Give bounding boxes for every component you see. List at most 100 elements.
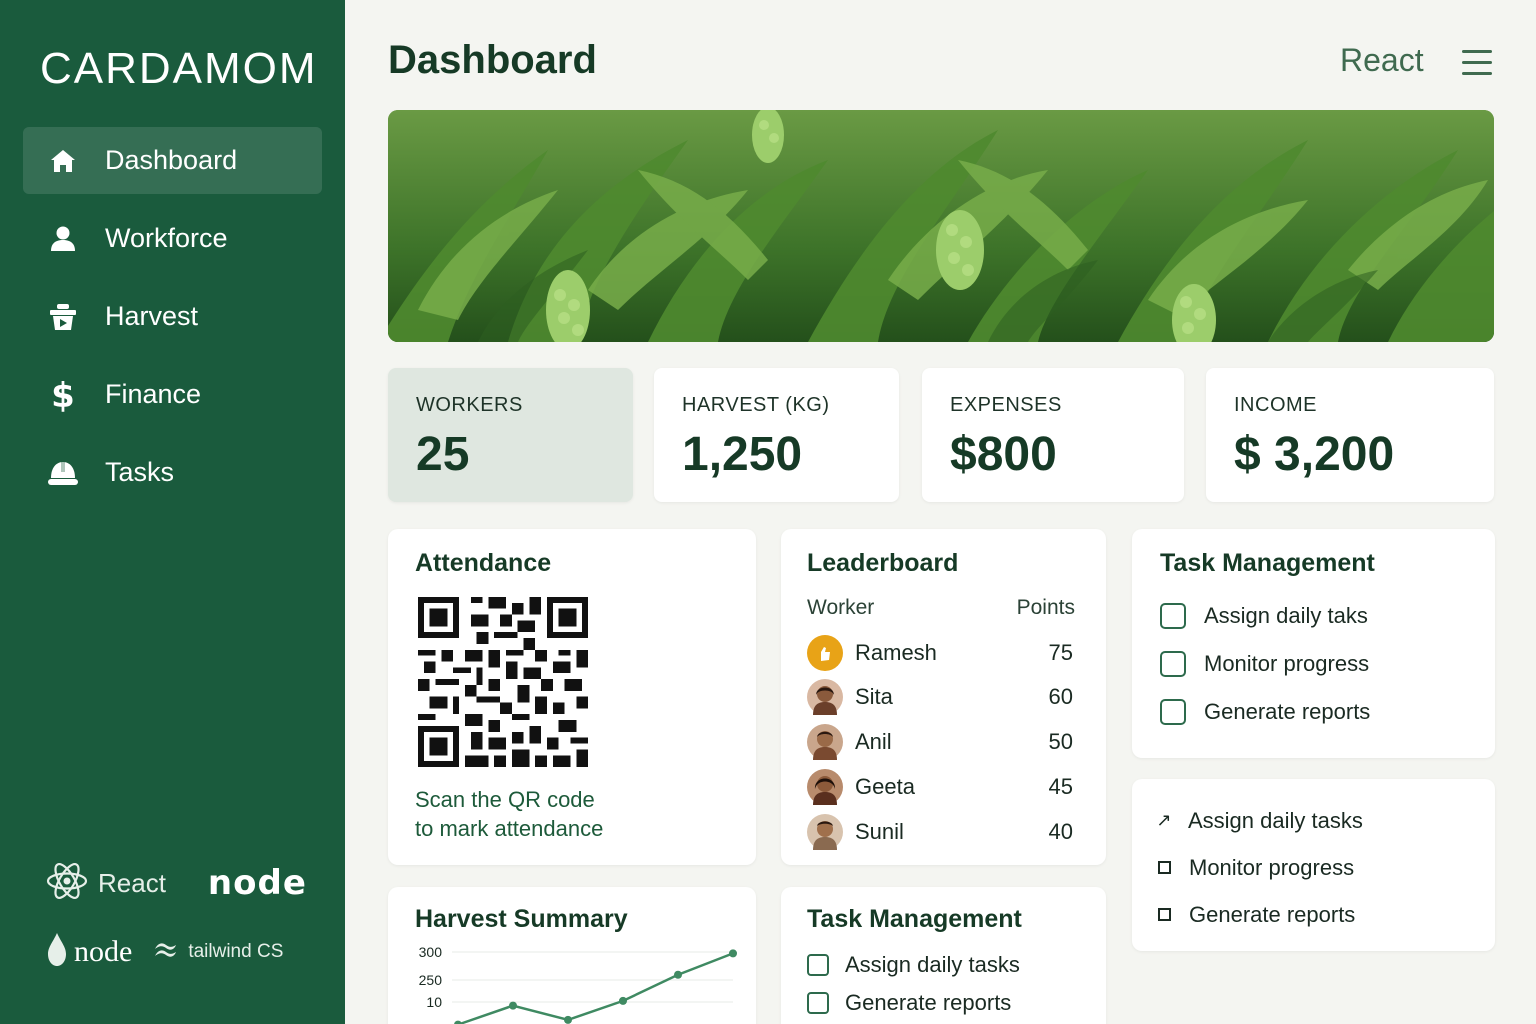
card-title: Harvest Summary bbox=[415, 905, 628, 933]
node-logo: node bbox=[207, 863, 307, 903]
react-label: React bbox=[98, 867, 166, 898]
worker-name: Sunil bbox=[855, 819, 904, 844]
stat-card-expenses[interactable]: EXPENSES $800 bbox=[922, 368, 1184, 502]
task-item[interactable]: Monitor progress bbox=[1156, 844, 1495, 891]
card-title: Attendance bbox=[415, 549, 552, 577]
helmet-icon bbox=[47, 457, 79, 489]
svg-text:$: $ bbox=[51, 377, 75, 413]
stat-card-workers[interactable]: WORKERS 25 bbox=[388, 368, 633, 502]
leaderboard-row[interactable]: Geeta 45 bbox=[807, 767, 1073, 807]
leaderboard-row[interactable]: Anil 50 bbox=[807, 722, 1073, 762]
stat-value: $ 3,200 bbox=[1234, 428, 1395, 481]
avatar bbox=[807, 635, 843, 671]
worker-name: Ramesh bbox=[855, 640, 937, 665]
task-label: Monitor progress bbox=[1204, 651, 1370, 676]
task-checkbox[interactable] bbox=[807, 954, 829, 976]
worker-name: Geeta bbox=[855, 774, 915, 799]
card-title: Task Management bbox=[807, 905, 1022, 933]
menu-icon[interactable] bbox=[1462, 50, 1492, 76]
attendance-instructions: Scan the QR code to mark attendance bbox=[415, 785, 603, 843]
leaderboard-row[interactable]: Sunil 40 bbox=[807, 812, 1073, 852]
worker-name: Sita bbox=[855, 684, 893, 709]
brand-logo[interactable]: CARDAMOM bbox=[40, 44, 318, 94]
task-management-card-2: Task Management Assign daily tasks Gener… bbox=[781, 887, 1106, 1024]
sidebar-item-label: Tasks bbox=[105, 457, 175, 487]
sidebar-item-dashboard[interactable]: Dashboard bbox=[23, 127, 322, 194]
task-checkbox[interactable] bbox=[1160, 651, 1186, 677]
avatar bbox=[807, 814, 843, 850]
task-label: Generate reports bbox=[1204, 699, 1371, 724]
card-title: Leaderboard bbox=[807, 549, 959, 577]
user-icon bbox=[47, 223, 79, 255]
task-label: Generate reports bbox=[1189, 901, 1356, 927]
sidebar-item-label: Harvest bbox=[105, 301, 199, 331]
task-label: Monitor progress bbox=[1189, 854, 1355, 880]
card-title: Task Management bbox=[1160, 549, 1375, 577]
worker-points: 50 bbox=[1048, 729, 1073, 754]
task-checkbox[interactable] bbox=[1158, 861, 1171, 874]
stat-value: 25 bbox=[416, 428, 470, 481]
chart-series-line bbox=[457, 952, 734, 1024]
task-label: Assign daily taks bbox=[1204, 603, 1368, 628]
task-checkbox[interactable] bbox=[1160, 603, 1186, 629]
leaderboard-row[interactable]: Sita 60 bbox=[807, 677, 1073, 717]
tech-stack-row: React node bbox=[46, 858, 306, 908]
task-item[interactable]: Assign daily tasks bbox=[807, 946, 1106, 984]
tailwind-icon bbox=[152, 939, 182, 966]
worker-points: 60 bbox=[1048, 684, 1073, 709]
tailwind-label: tailwind CS bbox=[188, 941, 284, 962]
stat-card-harvest[interactable]: HARVEST (KG) 1,250 bbox=[654, 368, 899, 502]
basket-icon bbox=[47, 301, 79, 333]
stat-label: WORKERS bbox=[416, 394, 523, 416]
chart-point bbox=[674, 970, 682, 979]
worker-points: 75 bbox=[1048, 640, 1073, 665]
column-header-worker: Worker bbox=[807, 596, 875, 619]
stat-value: $800 bbox=[950, 428, 1057, 481]
chart-ytick-label: 300 bbox=[419, 944, 443, 960]
task-item[interactable]: Monitor progress bbox=[1160, 640, 1495, 688]
stat-label: HARVEST (KG) bbox=[682, 394, 830, 416]
hero-image bbox=[388, 110, 1494, 342]
instruction-line: Scan the QR code bbox=[415, 787, 595, 812]
task-item[interactable]: Generate reports bbox=[1156, 891, 1495, 938]
arrow-up-right-icon: ↗ bbox=[1156, 810, 1172, 830]
leaderboard-row[interactable]: Ramesh 75 bbox=[807, 633, 1073, 673]
sidebar-item-label: Workforce bbox=[105, 223, 228, 253]
sidebar-item-workforce[interactable]: Workforce bbox=[23, 205, 322, 272]
react-logo-icon bbox=[46, 860, 88, 907]
worker-points: 40 bbox=[1048, 819, 1073, 844]
home-icon bbox=[47, 145, 79, 177]
sidebar-item-finance[interactable]: $ Finance bbox=[23, 361, 322, 428]
task-management-card: Task Management Assign daily taks Monito… bbox=[1132, 529, 1495, 758]
task-label: Assign daily tasks bbox=[845, 952, 1020, 977]
task-item[interactable]: Generate reports bbox=[1160, 688, 1495, 736]
tech-stack-row: node tailwind CS bbox=[46, 928, 326, 976]
sidebar-item-tasks[interactable]: Tasks bbox=[23, 439, 322, 506]
sidebar-item-harvest[interactable]: Harvest bbox=[23, 283, 322, 350]
sidebar-nav: Dashboard Workforce Harvest $ Finance Ta… bbox=[23, 127, 322, 517]
task-checkbox[interactable] bbox=[1160, 699, 1186, 725]
chart-point bbox=[509, 1001, 517, 1010]
task-label: Generate reports bbox=[845, 990, 1012, 1015]
avatar bbox=[807, 724, 843, 760]
task-item[interactable]: Assign daily taks bbox=[1160, 592, 1495, 640]
leaderboard-header: Worker Points bbox=[807, 596, 1075, 620]
sidebar-item-label: Finance bbox=[105, 379, 202, 409]
task-checkbox[interactable] bbox=[1158, 908, 1171, 921]
task-item[interactable]: Generate reports bbox=[807, 984, 1106, 1022]
task-list-card: ↗ Assign daily tasks Monitor progress Ge… bbox=[1132, 779, 1495, 951]
instruction-line: to mark attendance bbox=[415, 816, 604, 841]
stat-label: EXPENSES bbox=[950, 394, 1062, 416]
task-checkbox[interactable] bbox=[807, 992, 829, 1014]
sidebar: CARDAMOM Dashboard Workforce Harvest $ F… bbox=[0, 0, 345, 1024]
stat-card-income[interactable]: INCOME $ 3,200 bbox=[1206, 368, 1494, 502]
stat-value: 1,250 bbox=[682, 428, 803, 481]
chart-point bbox=[729, 949, 737, 958]
attendance-card: Attendance Scan the QR code to mark atte… bbox=[388, 529, 756, 865]
chart-point bbox=[564, 1015, 572, 1024]
dollar-icon: $ bbox=[47, 377, 79, 413]
qr-code[interactable] bbox=[416, 597, 590, 767]
task-item[interactable]: ↗ Assign daily tasks bbox=[1156, 797, 1495, 844]
sidebar-item-label: Dashboard bbox=[105, 145, 238, 175]
node-label: node bbox=[74, 935, 133, 968]
